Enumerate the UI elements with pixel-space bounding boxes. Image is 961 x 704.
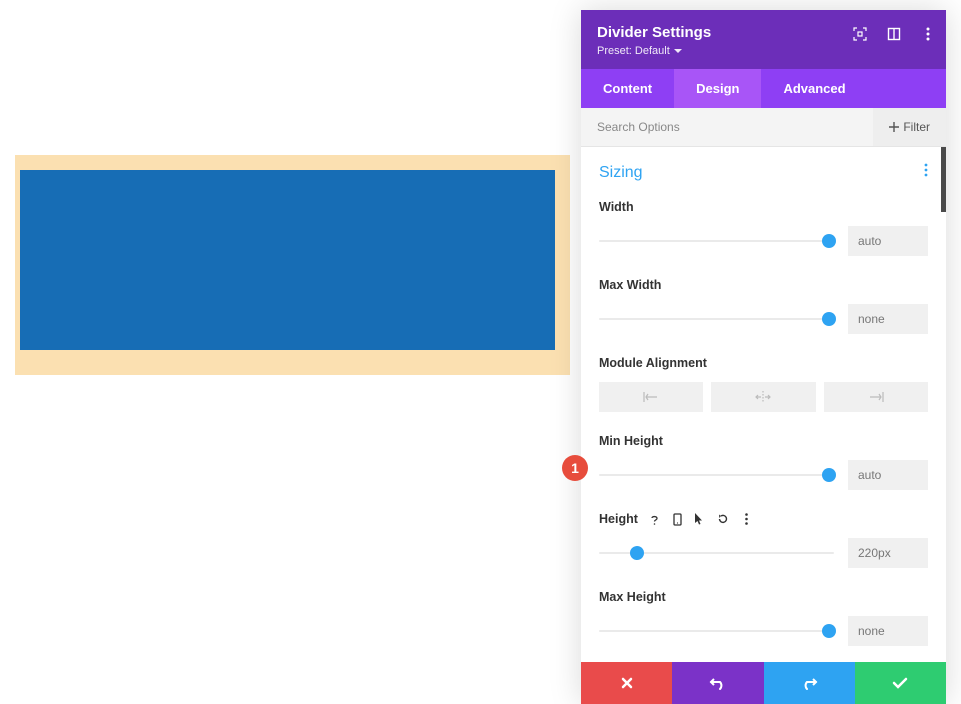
- filter-label: Filter: [903, 120, 930, 134]
- align-left-button[interactable]: [599, 382, 703, 412]
- max-width-value[interactable]: [848, 304, 928, 334]
- min-height-label: Min Height: [599, 434, 663, 448]
- plus-icon: [889, 122, 899, 132]
- align-right-button[interactable]: [824, 382, 928, 412]
- field-height: Height: [599, 512, 928, 568]
- tab-content[interactable]: Content: [581, 69, 674, 108]
- max-height-value[interactable]: [848, 616, 928, 646]
- more-vert-icon[interactable]: [920, 26, 936, 42]
- field-alignment: Module Alignment: [599, 356, 928, 412]
- max-width-slider[interactable]: [599, 311, 834, 327]
- responsive-icon[interactable]: [671, 513, 684, 526]
- chevron-down-icon: [674, 47, 682, 55]
- preset-label: Preset: Default: [597, 45, 670, 57]
- panel-body: Sizing Width Max Width Module Alignment: [581, 147, 946, 662]
- settings-panel: Divider Settings Preset: Default Content…: [581, 10, 946, 704]
- max-height-label: Max Height: [599, 590, 666, 604]
- height-slider[interactable]: [599, 545, 834, 561]
- tab-design[interactable]: Design: [674, 69, 761, 108]
- field-max-width: Max Width: [599, 278, 928, 334]
- save-button[interactable]: [855, 662, 946, 704]
- field-width: Width: [599, 200, 928, 256]
- filter-button[interactable]: Filter: [873, 108, 946, 146]
- field-min-height: Min Height: [599, 434, 928, 490]
- search-row: Filter: [581, 108, 946, 147]
- section-title: Sizing: [599, 164, 643, 182]
- snap-icon[interactable]: [886, 26, 902, 42]
- tab-advanced[interactable]: Advanced: [761, 69, 867, 108]
- panel-header: Divider Settings Preset: Default: [581, 10, 946, 69]
- annotation-1: 1: [562, 455, 588, 481]
- field-max-height: Max Height: [599, 590, 928, 646]
- cancel-button[interactable]: [581, 662, 672, 704]
- canvas-preview: [15, 155, 570, 375]
- hover-icon[interactable]: [694, 513, 707, 526]
- undo-button[interactable]: [672, 662, 763, 704]
- width-slider[interactable]: [599, 233, 834, 249]
- divider-preview: [20, 170, 555, 350]
- expand-icon[interactable]: [852, 26, 868, 42]
- width-label: Width: [599, 200, 634, 214]
- redo-button[interactable]: [764, 662, 855, 704]
- search-input[interactable]: [581, 108, 873, 146]
- max-height-slider[interactable]: [599, 623, 834, 639]
- height-label: Height: [599, 512, 638, 526]
- check-icon: [892, 677, 908, 689]
- min-height-value[interactable]: [848, 460, 928, 490]
- align-center-button[interactable]: [711, 382, 815, 412]
- max-width-label: Max Width: [599, 278, 661, 292]
- height-value[interactable]: [848, 538, 928, 568]
- scrollbar[interactable]: [941, 147, 946, 212]
- footer-actions: [581, 662, 946, 704]
- reset-icon[interactable]: [717, 513, 730, 526]
- close-icon: [620, 676, 634, 690]
- alignment-label: Module Alignment: [599, 356, 707, 370]
- undo-icon: [709, 676, 727, 690]
- help-icon[interactable]: [648, 513, 661, 526]
- redo-icon: [800, 676, 818, 690]
- width-value[interactable]: [848, 226, 928, 256]
- section-more-icon[interactable]: [924, 163, 928, 182]
- tabs: Content Design Advanced: [581, 69, 946, 108]
- more-vert-icon[interactable]: [740, 513, 753, 526]
- preset-dropdown[interactable]: Preset: Default: [597, 45, 930, 57]
- min-height-slider[interactable]: [599, 467, 834, 483]
